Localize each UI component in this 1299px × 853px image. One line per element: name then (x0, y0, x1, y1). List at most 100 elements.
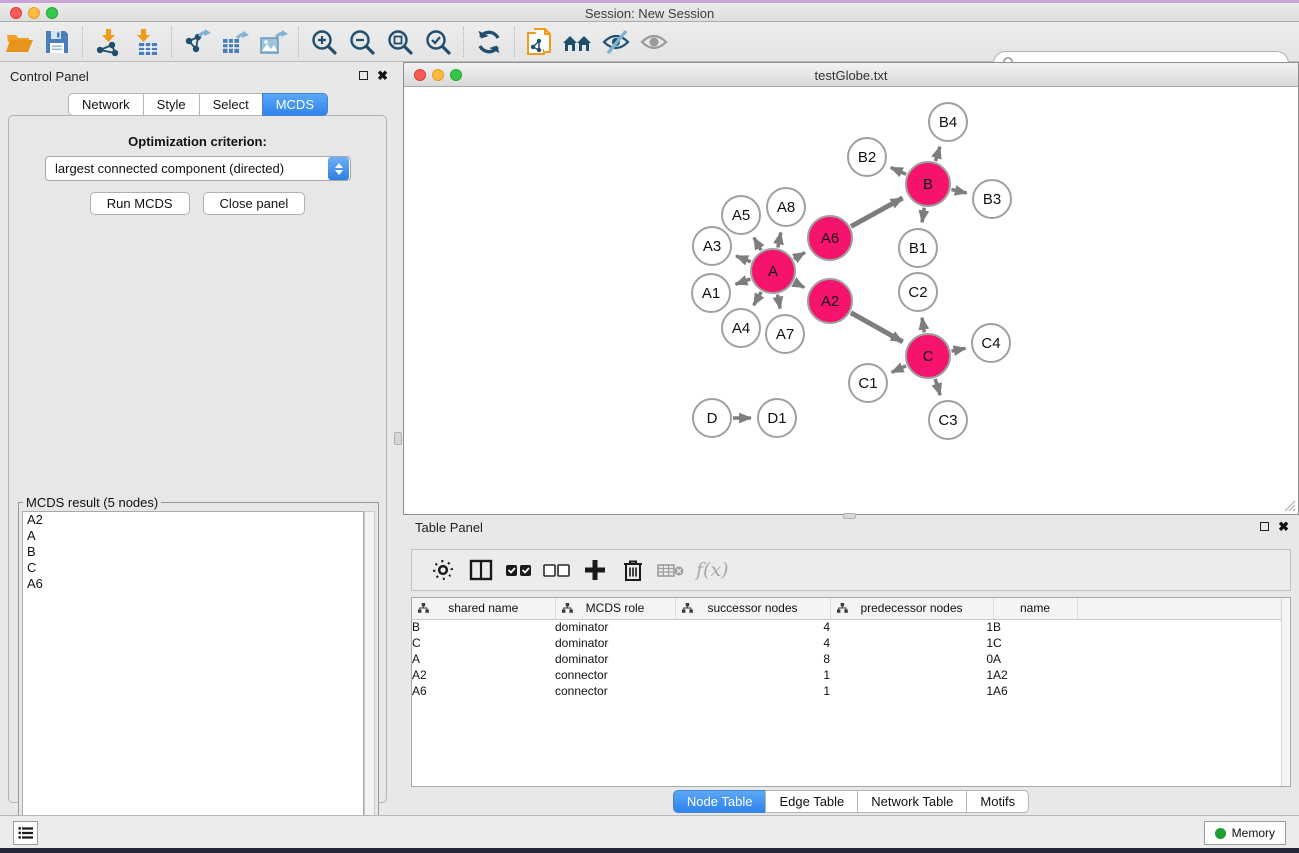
tab-network[interactable]: Network (68, 93, 144, 116)
table-row[interactable]: A6connector11A6 (412, 683, 1290, 699)
node-C1[interactable]: C1 (849, 364, 887, 402)
edge-B-B4[interactable] (935, 147, 940, 162)
tab-style[interactable]: Style (143, 93, 200, 116)
edge-A6-B[interactable] (851, 198, 903, 226)
edge-A-A1[interactable] (736, 279, 751, 284)
tab-select[interactable]: Select (199, 93, 263, 116)
edge-B-B2[interactable] (891, 168, 906, 175)
node-C2[interactable]: C2 (899, 273, 937, 311)
new-network-from-file-button[interactable] (521, 26, 559, 58)
tab-network-table[interactable]: Network Table (857, 790, 967, 813)
node-A3[interactable]: A3 (693, 227, 731, 265)
table-row[interactable]: Bdominator41B (412, 619, 1290, 635)
float-panel-icon[interactable] (359, 71, 368, 80)
edge-B-B3[interactable] (951, 190, 966, 194)
edge-B-B1[interactable] (922, 208, 924, 223)
table-row[interactable]: A2connector11A2 (412, 667, 1290, 683)
node-A8[interactable]: A8 (767, 188, 805, 226)
node-B1[interactable]: B1 (899, 229, 937, 267)
mcds-result-item[interactable]: A6 (23, 576, 363, 592)
delete-column-button[interactable] (616, 553, 650, 587)
memory-button[interactable]: Memory (1204, 821, 1286, 845)
edge-C-C1[interactable] (892, 366, 906, 373)
optimization-criterion-dropdown[interactable]: largest connected component (directed) (45, 156, 351, 181)
node-A7[interactable]: A7 (766, 315, 804, 353)
edge-C-C2[interactable] (922, 318, 924, 333)
hide-selected-button[interactable] (597, 26, 635, 58)
create-column-button[interactable] (578, 553, 612, 587)
unselect-all-columns-button[interactable] (540, 553, 574, 587)
node-A4[interactable]: A4 (722, 309, 760, 347)
close-panel-button[interactable]: Close panel (203, 192, 306, 215)
tab-mcds[interactable]: MCDS (262, 93, 328, 116)
function-builder-button[interactable]: f(x) (692, 553, 729, 587)
mcds-result-scrollbar[interactable] (364, 511, 375, 843)
node-C[interactable]: C (906, 334, 950, 378)
edge-A-A8[interactable] (778, 233, 781, 248)
import-table-button[interactable] (127, 26, 165, 58)
node-D1[interactable]: D1 (758, 399, 796, 437)
float-table-panel-icon[interactable] (1260, 522, 1269, 531)
edge-A-A4[interactable] (754, 292, 762, 305)
column-header-successor-nodes[interactable]: successor nodes (675, 598, 830, 619)
task-history-button[interactable] (13, 821, 38, 845)
tab-motifs[interactable]: Motifs (966, 790, 1029, 813)
node-B4[interactable]: B4 (929, 103, 967, 141)
refresh-button[interactable] (470, 26, 508, 58)
mcds-result-item[interactable]: B (23, 544, 363, 560)
import-network-button[interactable] (89, 26, 127, 58)
node-C3[interactable]: C3 (929, 401, 967, 439)
network-graph[interactable]: A A1 A2 A3 A4 A5 A6 A7 A8 B B1 B2 B3 B4 C C1 C2 C3 C4 D D1 (405, 88, 1299, 515)
edge-C-C3[interactable] (935, 379, 940, 395)
node-A6[interactable]: A6 (808, 216, 852, 260)
zoom-in-button[interactable] (305, 26, 343, 58)
table-row[interactable]: Cdominator41C (412, 635, 1290, 651)
zoom-selected-button[interactable] (419, 26, 457, 58)
edge-A-A3[interactable] (736, 256, 751, 262)
resize-grip-icon[interactable] (1282, 498, 1296, 512)
tab-edge-table[interactable]: Edge Table (765, 790, 858, 813)
node-A2[interactable]: A2 (808, 279, 852, 323)
node-A1[interactable]: A1 (692, 274, 730, 312)
delete-table-button[interactable] (654, 553, 688, 587)
export-table-button[interactable] (216, 26, 254, 58)
network-canvas[interactable]: A A1 A2 A3 A4 A5 A6 A7 A8 B B1 B2 B3 B4 C C1 C2 C3 C4 D D1 (405, 88, 1297, 513)
node-table[interactable]: shared nameMCDS rolesuccessor nodesprede… (412, 598, 1290, 699)
tab-node-table[interactable]: Node Table (673, 790, 767, 813)
mcds-result-list[interactable]: A2ABCA6 (22, 511, 364, 843)
run-mcds-button[interactable]: Run MCDS (90, 192, 190, 215)
edge-A-A2[interactable] (794, 282, 804, 287)
node-A5[interactable]: A5 (722, 196, 760, 234)
mcds-result-item[interactable]: A2 (23, 512, 363, 528)
edge-A-A5[interactable] (754, 238, 761, 251)
show-column-button[interactable] (464, 553, 498, 587)
node-B2[interactable]: B2 (848, 138, 886, 176)
vertical-splitter-handle[interactable] (394, 432, 402, 445)
node-A[interactable]: A (751, 249, 795, 293)
column-header-name[interactable]: name (993, 598, 1077, 619)
node-D[interactable]: D (693, 399, 731, 437)
mcds-result-item[interactable]: A (23, 528, 363, 544)
edge-C-C4[interactable] (952, 348, 966, 351)
table-options-gear-button[interactable] (426, 553, 460, 587)
column-header-mcds-role[interactable]: MCDS role (555, 598, 675, 619)
mcds-result-item[interactable]: C (23, 560, 363, 576)
edge-A2-C[interactable] (851, 313, 903, 342)
node-B[interactable]: B (906, 162, 950, 206)
column-header-shared-name[interactable]: shared name (412, 598, 555, 619)
node-C4[interactable]: C4 (972, 324, 1010, 362)
column-header-predecessor-nodes[interactable]: predecessor nodes (830, 598, 993, 619)
edge-A-A6[interactable] (794, 253, 805, 260)
export-image-button[interactable] (254, 26, 292, 58)
export-network-button[interactable] (178, 26, 216, 58)
close-table-panel-icon[interactable]: ✖ (1278, 521, 1289, 532)
save-session-button[interactable] (38, 26, 76, 58)
table-scrollbar[interactable] (1281, 598, 1290, 786)
edge-A-A7[interactable] (778, 295, 781, 309)
open-session-button[interactable] (0, 26, 38, 58)
select-all-columns-button[interactable] (502, 553, 536, 587)
show-selected-button[interactable] (635, 26, 673, 58)
zoom-fit-button[interactable] (381, 26, 419, 58)
node-B3[interactable]: B3 (973, 180, 1011, 218)
show-all-networks-button[interactable] (559, 26, 597, 58)
